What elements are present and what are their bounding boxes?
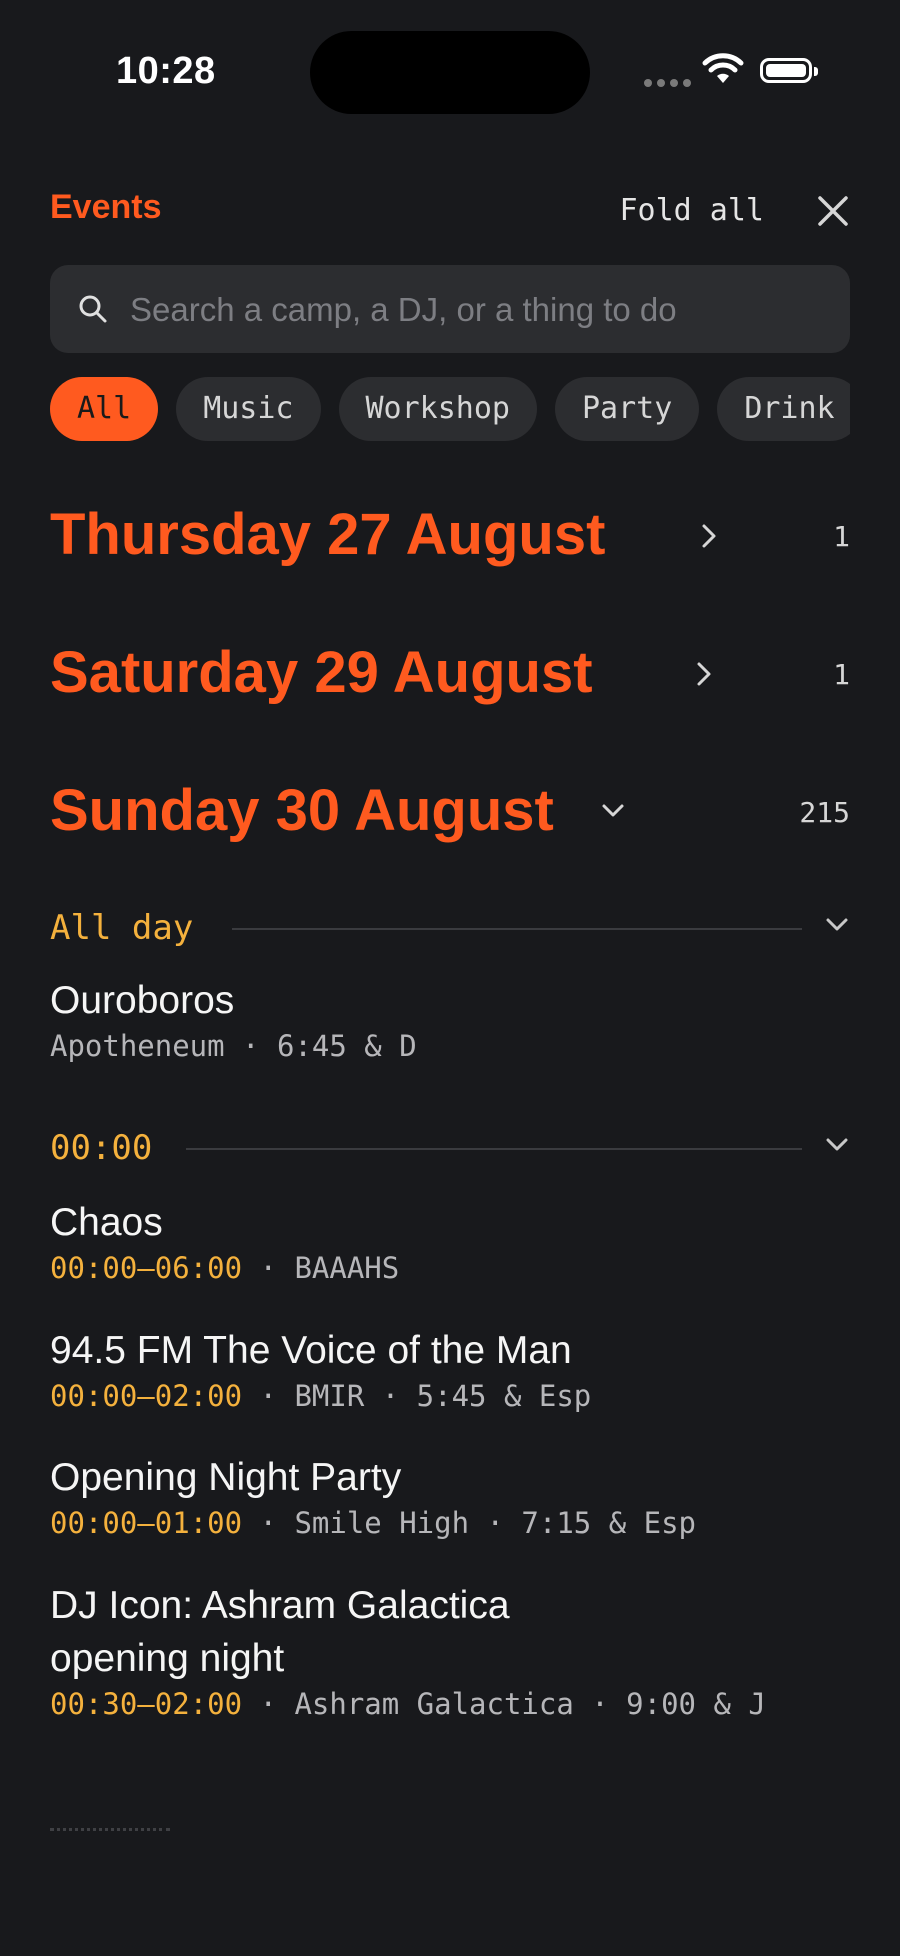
day-event-count: 1 — [833, 520, 850, 553]
event-item[interactable]: DJ Icon: Ashram Galactica opening night … — [50, 1579, 790, 1723]
event-meta: 00:00–01:00 · Smile High · 7:15 & Esp — [50, 1506, 697, 1540]
search-icon — [79, 295, 107, 323]
cellular-signal-icon — [644, 79, 691, 87]
fold-all-button[interactable]: Fold all — [620, 193, 765, 228]
search-input[interactable] — [128, 265, 832, 355]
event-location: BAAAHS — [294, 1251, 400, 1285]
section-divider — [232, 928, 802, 930]
event-title: 94.5 FM The Voice of the Man — [50, 1329, 572, 1372]
event-item[interactable]: 94.5 FM The Voice of the Man 00:00–02:00… — [50, 1324, 850, 1415]
event-title: DJ Icon: Ashram Galactica opening night — [50, 1584, 510, 1680]
section-header-all-day: All day — [50, 906, 850, 950]
chevron-right-icon — [702, 524, 716, 548]
page-title: Events — [50, 188, 162, 226]
chip-music[interactable]: Music — [176, 377, 321, 441]
event-title: Opening Night Party — [50, 1456, 402, 1499]
event-location: Smile High · 7:15 & Esp — [294, 1506, 697, 1540]
chip-workshop[interactable]: Workshop — [338, 377, 537, 441]
day-header-saturday[interactable]: Saturday 29 August 1 — [50, 638, 850, 708]
event-location: BMIR · 5:45 & Esp — [294, 1379, 592, 1413]
chevron-right-icon — [697, 662, 711, 686]
event-time: 00:30–02:00 — [50, 1687, 243, 1721]
event-title: Chaos — [50, 1201, 163, 1244]
status-time: 10:28 — [116, 50, 216, 92]
chip-drink[interactable]: Drink — [717, 377, 850, 441]
chevron-down-icon[interactable] — [824, 916, 850, 934]
section-label: All day — [50, 908, 194, 948]
event-location: Ashram Galactica · 9:00 & J — [294, 1687, 766, 1721]
battery-icon — [760, 58, 818, 83]
section-divider — [186, 1148, 802, 1150]
event-time: 00:00–01:00 — [50, 1506, 243, 1540]
chip-party[interactable]: Party — [555, 377, 700, 441]
event-title: Ouroboros — [50, 979, 235, 1022]
day-header-thursday[interactable]: Thursday 27 August 1 — [50, 500, 850, 570]
day-event-count: 1 — [833, 658, 850, 691]
search-bar[interactable] — [50, 265, 850, 355]
day-event-count: 215 — [799, 796, 850, 829]
event-meta: 00:00–02:00 · BMIR · 5:45 & Esp — [50, 1379, 592, 1413]
dynamic-island — [310, 31, 590, 114]
event-meta: 00:00–06:00 · BAAAHS — [50, 1251, 400, 1285]
day-title: Saturday 29 August — [50, 640, 593, 705]
event-meta: Apotheneum · 6:45 & D — [50, 1029, 417, 1063]
event-item[interactable]: Opening Night Party 00:00–01:00 · Smile … — [50, 1451, 850, 1542]
wifi-icon — [702, 53, 744, 83]
day-header-sunday[interactable]: Sunday 30 August 215 — [50, 776, 850, 846]
section-header-0000: 00:00 — [50, 1126, 850, 1170]
chevron-down-icon — [602, 804, 624, 817]
scroll-fade — [50, 1828, 170, 1837]
close-icon[interactable] — [816, 194, 850, 228]
section-label: 00:00 — [50, 1128, 153, 1168]
chip-all[interactable]: All — [50, 377, 159, 441]
chevron-down-icon[interactable] — [824, 1136, 850, 1154]
day-title: Sunday 30 August — [50, 778, 554, 843]
category-filter-chips: All Music Workshop Party Drink — [50, 377, 850, 443]
event-meta: 00:30–02:00 · Ashram Galactica · 9:00 & … — [50, 1687, 766, 1721]
event-time: 00:00–02:00 — [50, 1379, 243, 1413]
event-item[interactable]: Chaos 00:00–06:00 · BAAAHS — [50, 1196, 850, 1287]
event-time: 00:00–06:00 — [50, 1251, 243, 1285]
day-title: Thursday 27 August — [50, 502, 606, 567]
event-item[interactable]: Ouroboros Apotheneum · 6:45 & D — [50, 974, 850, 1065]
